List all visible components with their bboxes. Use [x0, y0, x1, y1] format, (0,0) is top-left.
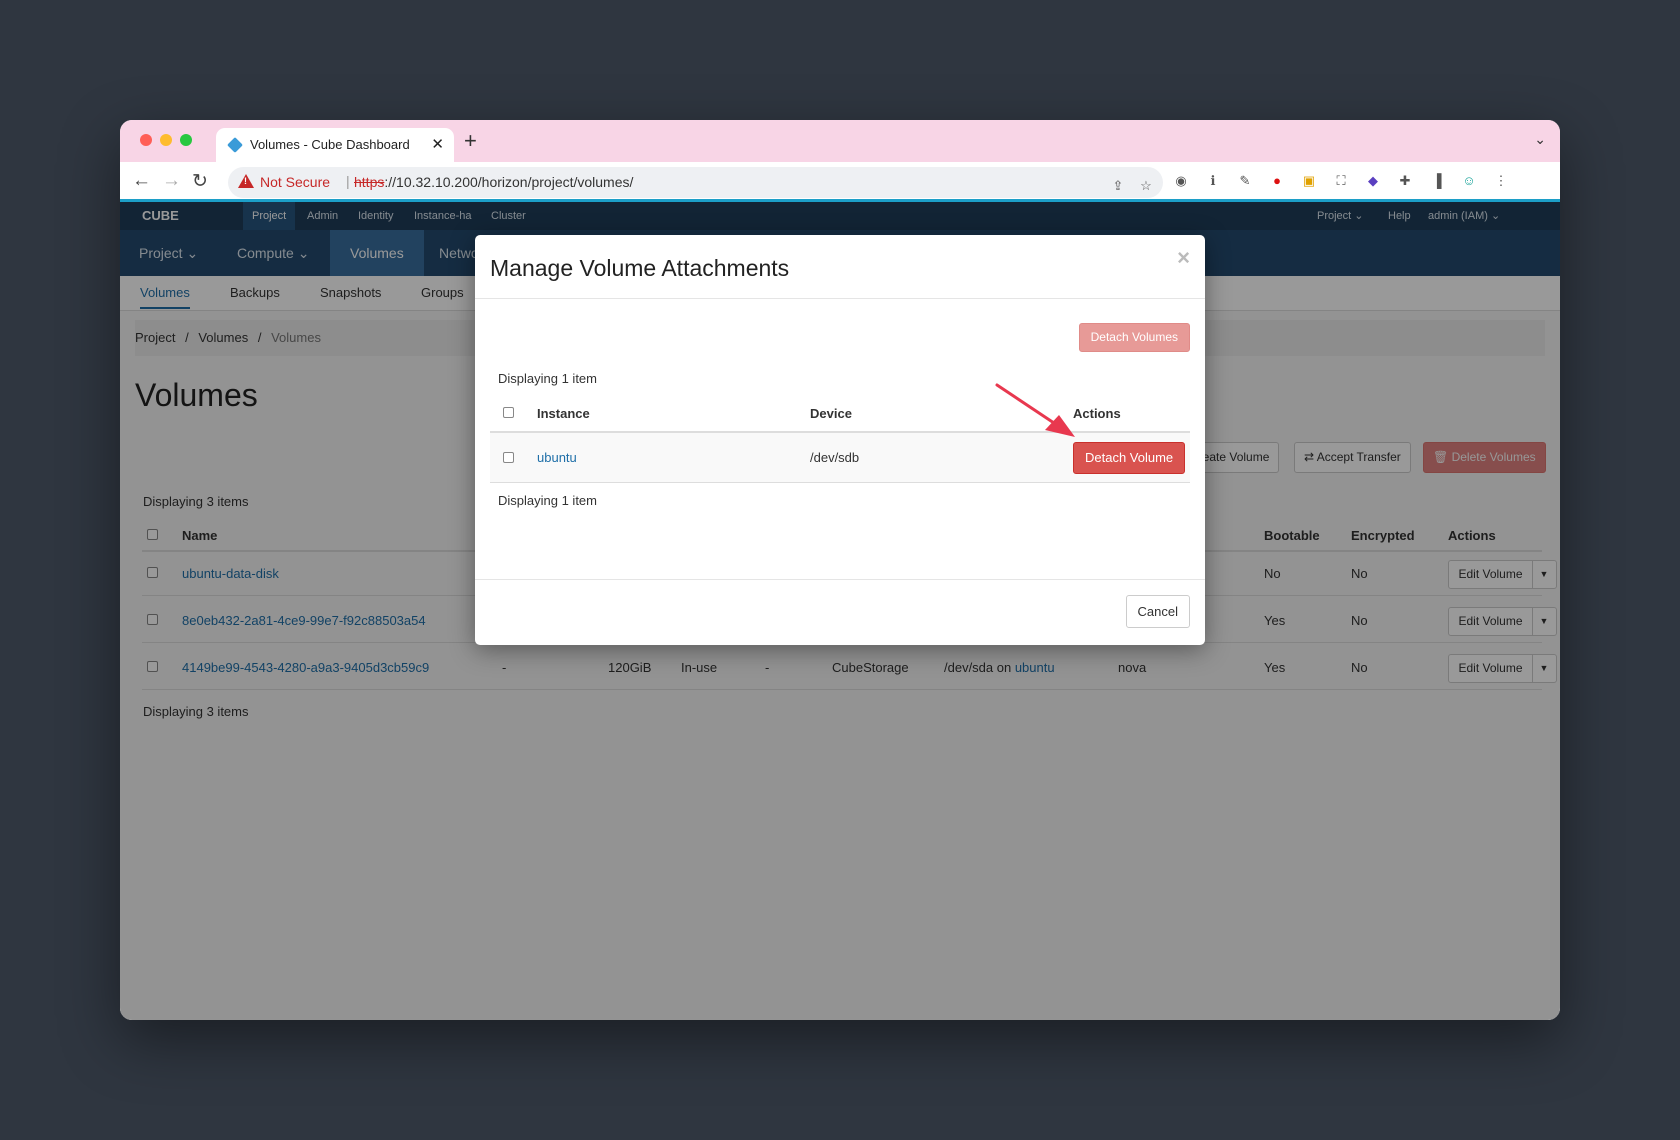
manage-attachments-modal: Manage Volume Attachments × Detach Volum… — [475, 235, 1205, 645]
reload-icon[interactable]: ↻ — [192, 170, 208, 193]
modal-footer-divider — [475, 579, 1205, 580]
browser-tab[interactable]: Volumes - Cube Dashboard ✕ — [216, 128, 454, 162]
tab-strip: Volumes - Cube Dashboard ✕ + ⌄ — [120, 120, 1560, 162]
url-text: https://10.32.10.200/horizon/project/vol… — [354, 174, 633, 190]
attachment-row-checkbox[interactable] — [503, 452, 514, 463]
modal-displaying-top: Displaying 1 item — [498, 371, 597, 386]
modal-table-row: ubuntu /dev/sdb Detach Volume — [490, 433, 1190, 483]
adblock-icon[interactable]: ● — [1269, 173, 1285, 189]
close-window-button[interactable] — [140, 134, 152, 146]
address-divider: | — [346, 173, 350, 189]
annotation-arrow-icon — [995, 383, 1075, 437]
warning-icon: ! — [238, 174, 254, 188]
modal-header-divider — [475, 298, 1205, 299]
tab-title: Volumes - Cube Dashboard — [250, 137, 410, 152]
detach-volume-button[interactable]: Detach Volume — [1073, 442, 1186, 474]
address-bar[interactable]: ! Not Secure | https://10.32.10.200/hori… — [228, 167, 1163, 198]
back-arrow-icon[interactable]: ← — [132, 170, 151, 192]
modal-displaying-bottom: Displaying 1 item — [498, 493, 597, 508]
cancel-button[interactable]: Cancel — [1125, 595, 1190, 628]
url-path: ://10.32.10.200/horizon/project/volumes/ — [384, 174, 634, 190]
header-instance[interactable]: Instance — [537, 406, 590, 421]
modal-table-header: Instance Device Actions — [490, 395, 1190, 433]
tab-search-chevron-icon[interactable]: ⌄ — [1534, 131, 1546, 148]
device-value: /dev/sdb — [810, 450, 860, 465]
badge-extension-icon[interactable]: ◆ — [1365, 173, 1381, 189]
instance-link[interactable]: ubuntu — [537, 450, 577, 465]
header-actions: Actions — [1073, 406, 1121, 421]
header-device[interactable]: Device — [810, 406, 852, 421]
cube-favicon-icon — [227, 137, 243, 153]
forward-arrow-icon[interactable]: → — [162, 170, 181, 192]
minimize-window-button[interactable] — [160, 134, 172, 146]
not-secure-label: Not Secure — [260, 174, 331, 190]
tab-close-icon[interactable]: ✕ — [431, 135, 444, 153]
camera-icon[interactable]: ◉ — [1173, 173, 1189, 189]
ip-extension-icon[interactable]: ℹ — [1205, 173, 1221, 189]
side-panel-icon[interactable]: ▐ — [1429, 173, 1445, 189]
bookmark-star-icon[interactable]: ☆ — [1138, 178, 1154, 194]
screenshot-icon[interactable]: ⛶ — [1333, 173, 1349, 189]
modal-close-icon[interactable]: × — [1177, 245, 1190, 271]
puzzle-extensions-icon[interactable]: ✚ — [1397, 173, 1413, 189]
lock-extension-icon[interactable]: ▣ — [1301, 173, 1317, 189]
kebab-menu-icon[interactable]: ⋮ — [1493, 173, 1509, 189]
new-tab-button[interactable]: + — [464, 128, 477, 154]
eyedropper-icon[interactable]: ✎ — [1237, 173, 1253, 189]
profile-avatar-icon[interactable]: ☺ — [1461, 173, 1477, 189]
detach-volumes-button[interactable]: Detach Volumes — [1078, 323, 1190, 352]
url-scheme: https — [354, 174, 385, 190]
share-icon[interactable]: ⇪ — [1110, 178, 1126, 194]
modal-select-all-checkbox[interactable] — [503, 407, 514, 418]
browser-toolbar: ← → ↻ ! Not Secure | https://10.32.10.20… — [120, 162, 1560, 202]
modal-title: Manage Volume Attachments — [490, 255, 790, 281]
maximize-window-button[interactable] — [180, 134, 192, 146]
